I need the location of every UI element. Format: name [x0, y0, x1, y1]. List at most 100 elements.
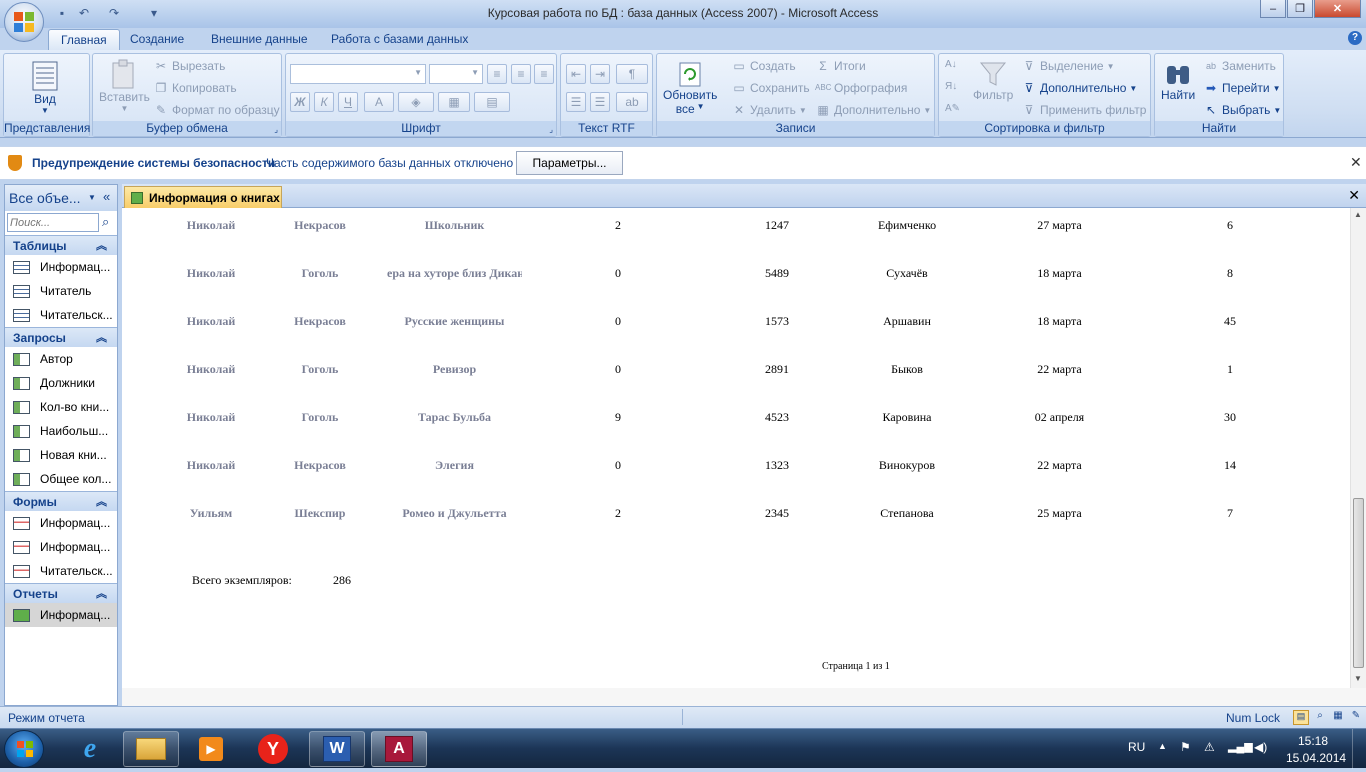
nav-item-form[interactable]: Читательск...: [5, 559, 117, 583]
scroll-down-icon[interactable]: ▼: [1354, 674, 1362, 683]
replace-button[interactable]: ab Заменить: [1203, 59, 1276, 73]
minimize-button[interactable]: –: [1260, 0, 1286, 18]
nav-item-query[interactable]: Наибольш...: [5, 419, 117, 443]
alternate-fill-button[interactable]: ▤: [474, 92, 510, 112]
close-window-button[interactable]: ✕: [1314, 0, 1361, 18]
refresh-all-button[interactable]: Обновить все ▼: [663, 60, 717, 116]
format-painter-button[interactable]: ✎ Формат по образцу: [153, 103, 280, 117]
fill-color-button[interactable]: ◈: [398, 92, 434, 112]
cut-button[interactable]: ✂ Вырезать: [153, 59, 225, 73]
nav-item-form[interactable]: Информац...: [5, 511, 117, 535]
nav-search-input[interactable]: [7, 213, 99, 232]
options-button[interactable]: Параметры...: [516, 151, 623, 175]
print-preview-icon[interactable]: ⌕: [1312, 710, 1328, 725]
close-security-bar-icon[interactable]: ✕: [1350, 154, 1362, 171]
explorer-taskbar-button[interactable]: [123, 731, 179, 767]
apply-filter-button[interactable]: ⊽ Применить фильтр: [1021, 103, 1147, 117]
nav-title[interactable]: Все объе...: [9, 190, 81, 206]
filter-button[interactable]: Фильтр: [973, 60, 1013, 102]
copy-button[interactable]: ❐ Копировать: [153, 81, 237, 95]
find-button[interactable]: Найти: [1161, 60, 1195, 102]
start-button[interactable]: [4, 730, 44, 768]
align-center-button[interactable]: ≡: [511, 64, 531, 84]
scroll-up-icon[interactable]: ▲: [1354, 210, 1362, 219]
tab-database-tools[interactable]: Работа с базами данных: [319, 29, 480, 50]
collapse-chevron-icon[interactable]: ︽: [96, 584, 107, 604]
font-name-combo[interactable]: ▼: [290, 64, 426, 84]
design-view-icon[interactable]: ✎: [1348, 710, 1364, 725]
delete-record-button[interactable]: ✕ Удалить ▼: [731, 103, 807, 117]
nav-item-query[interactable]: Кол-во кни...: [5, 395, 117, 419]
collapse-nav-icon[interactable]: «: [103, 189, 110, 204]
language-indicator[interactable]: RU: [1128, 740, 1145, 754]
vertical-scrollbar[interactable]: ▲ ▼: [1350, 208, 1366, 688]
help-icon[interactable]: ?: [1348, 31, 1362, 45]
signal-icon[interactable]: ▂▄▆: [1228, 740, 1253, 753]
tab-create[interactable]: Создание: [118, 29, 196, 50]
clock-time[interactable]: 15:18: [1298, 734, 1328, 748]
nav-item-query[interactable]: Новая кни...: [5, 443, 117, 467]
highlight-button[interactable]: ab: [616, 92, 648, 112]
clear-sort-button[interactable]: A✎: [945, 103, 960, 114]
selection-filter-button[interactable]: ⊽ Выделение ▼: [1021, 59, 1115, 73]
yandex-browser-icon[interactable]: Y: [245, 731, 301, 767]
sort-descending-button[interactable]: Я↓: [945, 81, 957, 92]
nav-item-query[interactable]: Должники: [5, 371, 117, 395]
access-taskbar-button[interactable]: A: [371, 731, 427, 767]
more-records-button[interactable]: ▦ Дополнительно ▼: [815, 103, 931, 117]
nav-item-table[interactable]: Читательск...: [5, 303, 117, 327]
select-button[interactable]: ↖ Выбрать ▼: [1203, 103, 1281, 117]
underline-button[interactable]: Ч: [338, 92, 358, 112]
nav-item-query[interactable]: Автор: [5, 347, 117, 371]
new-record-button[interactable]: ▭ Создать: [731, 59, 795, 73]
clock-date[interactable]: 15.04.2014: [1286, 751, 1346, 765]
tab-external-data[interactable]: Внешние данные: [199, 29, 320, 50]
paste-button[interactable]: Вставить ▼: [99, 58, 150, 113]
totals-button[interactable]: Σ Итоги: [815, 59, 865, 73]
font-size-combo[interactable]: ▼: [429, 64, 483, 84]
paragraph-direction-button[interactable]: ¶: [616, 64, 648, 84]
close-document-icon[interactable]: ✕: [1348, 187, 1360, 204]
goto-button[interactable]: ➡ Перейти ▼: [1203, 81, 1281, 95]
report-view-icon[interactable]: ▤: [1293, 710, 1309, 725]
sort-ascending-button[interactable]: A↓: [945, 59, 957, 70]
nav-item-table[interactable]: Информац...: [5, 255, 117, 279]
media-player-icon[interactable]: ▶: [183, 731, 239, 767]
nav-section-header[interactable]: Запросы ︽: [5, 327, 117, 347]
bullets-button[interactable]: ☰: [590, 92, 610, 112]
nav-section-header[interactable]: Отчеты ︽: [5, 583, 117, 603]
nav-menu-icon[interactable]: ▼: [85, 191, 99, 205]
decrease-indent-button[interactable]: ⇤: [566, 64, 586, 84]
nav-item-table[interactable]: Читатель: [5, 279, 117, 303]
numbering-button[interactable]: ☰: [566, 92, 586, 112]
scrollbar-thumb[interactable]: [1353, 498, 1364, 668]
align-right-button[interactable]: ≡: [534, 64, 554, 84]
font-color-button[interactable]: A: [364, 92, 394, 112]
document-tab[interactable]: Информация о книгах: [124, 186, 282, 208]
nav-section-header[interactable]: Таблицы ︽: [5, 235, 117, 255]
layout-view-icon[interactable]: ▦: [1330, 710, 1346, 725]
nav-item-query[interactable]: Общее кол...: [5, 467, 117, 491]
nav-item-form[interactable]: Информац...: [5, 535, 117, 559]
nav-item-report[interactable]: Информац...: [5, 603, 117, 627]
dialog-launcher-icon[interactable]: ⌟: [549, 125, 553, 134]
increase-indent-button[interactable]: ⇥: [590, 64, 610, 84]
flag-icon[interactable]: ⚑: [1180, 740, 1191, 754]
show-desktop-button[interactable]: [1352, 729, 1366, 769]
italic-button[interactable]: К: [314, 92, 334, 112]
show-hidden-icons-icon[interactable]: ▲: [1158, 741, 1167, 751]
collapse-chevron-icon[interactable]: ︽: [96, 328, 107, 348]
word-taskbar-button[interactable]: W: [309, 731, 365, 767]
collapse-chevron-icon[interactable]: ︽: [96, 492, 107, 512]
gridlines-button[interactable]: ▦: [438, 92, 470, 112]
office-button[interactable]: [4, 2, 44, 42]
bold-button[interactable]: Ж: [290, 92, 310, 112]
nav-section-header[interactable]: Формы ︽: [5, 491, 117, 511]
view-button[interactable]: Вид ▼: [30, 60, 60, 115]
restore-button[interactable]: ❐: [1287, 0, 1313, 18]
volume-icon[interactable]: ◀): [1254, 740, 1267, 754]
advanced-filter-button[interactable]: ⊽ Дополнительно ▼: [1021, 81, 1138, 95]
internet-explorer-icon[interactable]: e: [62, 731, 118, 767]
spelling-button[interactable]: ABC Орфография: [815, 81, 907, 95]
collapse-chevron-icon[interactable]: ︽: [96, 236, 107, 256]
